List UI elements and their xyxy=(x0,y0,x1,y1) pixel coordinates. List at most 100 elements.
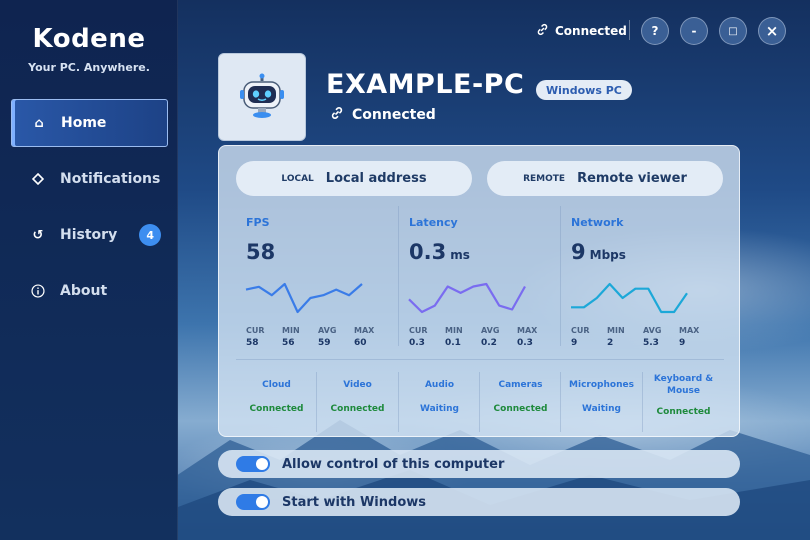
stat-value-max: 0.3 xyxy=(517,338,533,348)
service-status: Connected xyxy=(330,404,385,414)
sidebar-item-notifications[interactable]: Notifications xyxy=(11,155,168,203)
service-cloud: Cloud Connected xyxy=(236,372,317,430)
stat-value-max: 9 xyxy=(679,338,686,348)
start-with-windows-toggle-row[interactable]: Start with Windows xyxy=(218,488,740,516)
metric-label: FPS xyxy=(246,216,270,229)
connection-status-label: Connected xyxy=(555,24,627,38)
local-address-pill[interactable]: LOCAL Local address xyxy=(236,161,472,196)
network-metric: Network 9 Mbps CUR 9 MIN 2 AVG 5.3 MAX 9 xyxy=(561,206,723,356)
stat-label-min: MIN xyxy=(445,326,463,335)
service-name: Keyboard & Mouse xyxy=(653,374,714,396)
stat-value-min: 56 xyxy=(282,338,295,348)
close-icon: × xyxy=(765,22,779,40)
metric-label: Network xyxy=(571,216,624,229)
service-video: Video Connected xyxy=(317,372,398,430)
topbar-divider xyxy=(629,20,630,40)
service-name: Video xyxy=(343,380,372,390)
stat-value-avg: 5.3 xyxy=(643,338,659,348)
service-status: Waiting xyxy=(581,404,621,414)
metric-unit: ms xyxy=(450,248,470,262)
allow-control-label: Allow control of this computer xyxy=(282,456,505,472)
refresh-icon: ↺ xyxy=(32,227,44,243)
service-cameras: Cameras Connected xyxy=(480,372,561,430)
minimize-icon: - xyxy=(691,24,697,38)
close-button[interactable]: × xyxy=(758,17,786,45)
help-icon: ? xyxy=(651,24,659,38)
diamond-icon xyxy=(31,172,45,186)
network-sparkline xyxy=(571,282,688,314)
local-address-tag: LOCAL xyxy=(281,173,314,184)
remote-viewer-tag: REMOTE xyxy=(523,173,566,184)
sidebar-item-history[interactable]: ↺ History 4 xyxy=(11,211,168,259)
robot-icon xyxy=(240,73,284,118)
stat-value-cur: 9 xyxy=(571,338,578,348)
metric-value: 58 xyxy=(246,240,279,264)
fps-metric: FPS 58 CUR 58 MIN 56 AVG 59 MAX 60 xyxy=(236,206,398,356)
sidebar-item-label: About xyxy=(60,283,108,299)
info-icon xyxy=(31,284,45,298)
service-microphones: Microphones Waiting xyxy=(561,372,642,430)
stat-label-cur: CUR xyxy=(409,326,428,335)
stat-value-cur: 0.3 xyxy=(409,338,425,348)
metric-unit: Mbps xyxy=(589,248,626,262)
remote-viewer-pill[interactable]: REMOTE Remote viewer xyxy=(487,161,723,196)
metric-value-number: 58 xyxy=(246,240,276,264)
device-avatar xyxy=(218,53,306,141)
stat-value-min: 0.1 xyxy=(445,338,461,348)
card-divider xyxy=(236,359,724,360)
metric-value: 0.3 ms xyxy=(409,240,470,264)
latency-sparkline xyxy=(408,282,526,314)
start-with-windows-label: Start with Windows xyxy=(282,494,426,510)
allow-control-switch[interactable] xyxy=(236,456,270,472)
sidebar-item-label: Home xyxy=(61,115,107,131)
stat-label-max: MAX xyxy=(517,326,538,335)
allow-control-toggle-row[interactable]: Allow control of this computer xyxy=(218,450,740,478)
device-status-label: Connected xyxy=(352,107,436,123)
metric-value-number: 9 xyxy=(571,240,586,264)
stat-value-avg: 59 xyxy=(318,338,331,348)
stat-label-min: MIN xyxy=(607,326,625,335)
minimize-button[interactable]: - xyxy=(680,17,708,45)
switch-knob xyxy=(256,496,268,508)
stat-value-max: 60 xyxy=(354,338,367,348)
service-name: Cloud xyxy=(262,380,291,390)
service-keyboard-mouse: Keyboard & Mouse Connected xyxy=(643,372,724,430)
service-audio: Audio Waiting xyxy=(399,372,480,430)
service-name: Cameras xyxy=(498,380,543,390)
stat-label-min: MIN xyxy=(282,326,300,335)
metric-label: Latency xyxy=(409,216,458,229)
metric-stats: CUR 9 MIN 2 AVG 5.3 MAX 9 xyxy=(571,326,715,348)
connection-status: Connected xyxy=(536,22,627,40)
sparkline-line xyxy=(245,282,363,314)
metric-value-number: 0.3 xyxy=(409,240,447,264)
device-name: EXAMPLE-PC xyxy=(326,69,525,100)
device-type-badge: Windows PC xyxy=(536,80,632,100)
app-tagline: Your PC. Anywhere. xyxy=(28,61,150,74)
maximize-icon: □ xyxy=(728,25,738,37)
service-status: Connected xyxy=(249,404,304,414)
sidebar-item-label: History xyxy=(60,227,118,243)
stat-label-cur: CUR xyxy=(571,326,590,335)
sidebar-item-label: Notifications xyxy=(60,171,161,187)
stat-label-max: MAX xyxy=(679,326,700,335)
latency-metric: Latency 0.3 ms CUR 0.3 MIN 0.1 AVG 0.2 MAX 0.… xyxy=(399,206,561,356)
sidebar: Kodene Your PC. Anywhere. ⌂ Home Notific… xyxy=(0,0,178,540)
app-brand: Kodene xyxy=(32,24,146,54)
link-icon xyxy=(330,106,344,124)
link-icon xyxy=(536,23,549,39)
maximize-button[interactable]: □ xyxy=(719,17,747,45)
switch-knob xyxy=(256,458,268,470)
sidebar-item-home[interactable]: ⌂ Home xyxy=(11,99,168,147)
service-name: Audio xyxy=(424,380,455,390)
start-with-windows-switch[interactable] xyxy=(236,494,270,510)
service-name: Microphones xyxy=(569,380,634,390)
local-address-text: Local address xyxy=(325,171,427,186)
stat-label-avg: AVG xyxy=(318,326,337,335)
sidebar-item-about[interactable]: About xyxy=(11,267,168,315)
stat-label-max: MAX xyxy=(354,326,375,335)
fps-sparkline xyxy=(245,282,363,314)
service-status: Connected xyxy=(493,404,548,414)
metric-stats: CUR 58 MIN 56 AVG 59 MAX 60 xyxy=(246,326,390,348)
help-button[interactable]: ? xyxy=(641,17,669,45)
history-count-badge: 4 xyxy=(139,224,162,246)
